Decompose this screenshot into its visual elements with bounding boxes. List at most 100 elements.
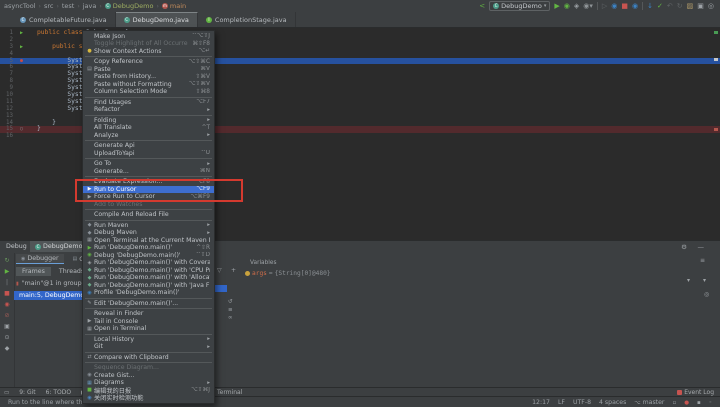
resume-program-icon[interactable]: ◉ <box>611 0 617 12</box>
hide-panel-icon[interactable]: — <box>698 243 705 251</box>
menu-item-run-maven[interactable]: ◆Run Maven▸ <box>83 222 214 230</box>
readonly-lock-icon[interactable]: ▫ <box>672 400 676 406</box>
menu-item-compare-with-clipboard[interactable]: ⇄Compare with Clipboard <box>83 354 214 362</box>
debug-settings-icon[interactable]: ⊙ <box>0 334 14 341</box>
variable-row-args[interactable]: args = {String[0]@480} <box>245 270 331 277</box>
restore-watch-icon[interactable]: ↺ <box>228 299 233 305</box>
menu-item-generate[interactable]: Generate...⌘N <box>83 168 214 176</box>
status-widget-12-17[interactable]: 12:17 <box>532 399 550 406</box>
menu-item-run-debugdemo-main-with-coverage[interactable]: ◈Run 'DebugDemo.main()' with Coverage <box>83 259 214 267</box>
menu-item-关闭实时检测功能[interactable]: ◉关闭实时检测功能 <box>83 394 214 402</box>
breadcrumb-item-main[interactable]: mmain <box>162 2 186 10</box>
run-button[interactable]: ▶ <box>554 0 559 12</box>
debug-session-tab[interactable]: C DebugDemo <box>30 241 87 252</box>
menu-item-create-gist[interactable]: ◉Create Gist... <box>83 372 214 380</box>
breadcrumb-item-debugdemo[interactable]: CDebugDemo <box>105 2 154 10</box>
editor-tab-debugdemo-java[interactable]: CDebugDemo.java <box>116 12 198 27</box>
menu-item-copy-reference[interactable]: Copy Reference⌥⇧⌘C <box>83 58 214 66</box>
menu-item-reveal-in-finder[interactable]: Reveal in Finder <box>83 310 214 318</box>
menu-item-go-to[interactable]: Go To▸ <box>83 160 214 168</box>
menu-item-toggle-highlight-of-all-occurrences[interactable]: Toggle Highlight of All Occurrences⌘⇧F8 <box>83 40 214 48</box>
editor-tab-completionstage-java[interactable]: ICompletionStage.java <box>198 12 296 27</box>
stop-button[interactable]: ■ <box>621 0 628 12</box>
evaluate-watch-icon[interactable]: ∞ <box>228 315 233 321</box>
menu-item-edit-debugdemo-main[interactable]: ✎Edit 'DebugDemo.main()'... <box>83 300 214 308</box>
rerun-disabled-icon[interactable]: ▷ <box>602 0 607 12</box>
selected-mini-button[interactable] <box>215 285 227 292</box>
menu-item-run-debugdemo-main-with-allocation-profiler[interactable]: ◆Run 'DebugDemo.main()' with 'Allocation… <box>83 274 214 282</box>
menu-item-debug-debugdemo-main[interactable]: ◉Debug 'DebugDemo.main()'^⇧D <box>83 252 214 260</box>
tool-window-switcher[interactable]: ▭ <box>4 390 9 396</box>
tab-debugger[interactable]: ◉ Debugger <box>16 254 64 264</box>
menu-item-show-context-actions[interactable]: ●Show Context Actions⌥↵ <box>83 48 214 56</box>
chevron-down-icon[interactable]: ▾ <box>703 277 706 284</box>
debug-button[interactable]: ◉ <box>564 0 570 12</box>
thread-dump-icon[interactable]: ▣ <box>0 323 14 330</box>
menu-item-diagrams[interactable]: ▦Diagrams▸ <box>83 379 214 387</box>
filter-funnel-icon[interactable]: ▽ <box>217 267 222 274</box>
add-watch-icon[interactable]: + <box>231 267 236 274</box>
search-variables-icon[interactable]: ◎ <box>704 291 709 298</box>
terminal-toolwindow-button[interactable]: Terminal <box>217 389 242 396</box>
menu-item-debug-maven[interactable]: ◆Debug Maven▸ <box>83 229 214 237</box>
run-config-combo[interactable]: CDebugDemo▾ <box>489 1 550 11</box>
menu-item-profile-debugdemo-main[interactable]: ◉Profile 'DebugDemo.main()' <box>83 289 214 297</box>
breadcrumb-item-asynctool[interactable]: asyncTool <box>4 2 36 10</box>
editor-tab-completablefuture-java[interactable]: CCompletableFuture.java <box>12 12 116 27</box>
profiler-button[interactable]: ◉▾ <box>583 0 593 12</box>
project-structure-icon[interactable]: ▨ <box>687 0 694 12</box>
menu-item-uploadtoyapi[interactable]: UploadToYapi^U <box>83 150 214 158</box>
mute-breakpoints-icon[interactable]: ⊘ <box>0 312 14 319</box>
menu-item-paste-without-formatting[interactable]: Paste without Formatting⌥⇧⌘V <box>83 81 214 89</box>
menu-item-open-in-terminal[interactable]: ▦Open in Terminal <box>83 325 214 333</box>
menu-item-refactor[interactable]: Refactor▸ <box>83 106 214 114</box>
commit-icon[interactable]: ✓ <box>657 0 663 12</box>
status-widget-lf[interactable]: LF <box>558 399 565 406</box>
pin-icon[interactable]: ◆ <box>0 345 14 352</box>
watch-list-icon[interactable]: ≡ <box>228 307 233 313</box>
chevron-down-icon[interactable]: ▾ <box>687 277 690 284</box>
menu-item-paste-from-history[interactable]: Paste from History...⇧⌘V <box>83 73 214 81</box>
stop-icon[interactable]: ■ <box>0 290 14 297</box>
menu-item-column-selection-mode[interactable]: Column Selection Mode⇧⌘8 <box>83 88 214 96</box>
restart-debug-icon[interactable]: ◉ <box>632 0 638 12</box>
coverage-button[interactable]: ◈ <box>574 0 579 12</box>
resume-icon[interactable]: ▶ <box>0 268 14 275</box>
menu-item-编辑我的日报[interactable]: ■编辑我的日报⌥⇧⌘J <box>83 387 214 395</box>
breakpoint-icon[interactable]: ● <box>20 58 23 65</box>
search-everywhere-icon[interactable]: ◎ <box>708 0 714 12</box>
breadcrumb-item-test[interactable]: test <box>62 2 74 10</box>
menu-item-run-debugdemo-main[interactable]: ▶Run 'DebugDemo.main()'^⇧R <box>83 244 214 252</box>
menu-item-sequence-diagram[interactable]: Sequence Diagram... <box>83 364 214 372</box>
menu-item-local-history[interactable]: Local History▸ <box>83 336 214 344</box>
status-widget-master[interactable]: ⌥master <box>634 399 664 406</box>
tab-frames[interactable]: Frames <box>16 267 51 276</box>
menu-item-paste[interactable]: ▤Paste⌘V <box>83 66 214 74</box>
update-project-icon[interactable]: ↓ <box>647 0 653 12</box>
menu-item-run-debugdemo-main-with-cpu-profiler[interactable]: ◆Run 'DebugDemo.main()' with 'CPU Profil… <box>83 267 214 275</box>
breadcrumb-item-java[interactable]: java <box>83 2 97 10</box>
history-icon[interactable]: ↻ <box>677 0 683 12</box>
menu-item-generate-api[interactable]: Generate Api <box>83 142 214 150</box>
menu-item-run-debugdemo-main-with-java-flight-recorder[interactable]: ◆Run 'DebugDemo.main()' with 'Java Fligh… <box>83 282 214 290</box>
menu-item-compile-and-reload-file[interactable]: Compile And Reload File <box>83 211 214 219</box>
status-widget-utf-8[interactable]: UTF-8 <box>573 399 591 406</box>
rollback-icon[interactable]: ↶ <box>667 0 673 12</box>
restore-layout-icon[interactable]: ▣ <box>697 0 704 12</box>
git-toolwindow-button[interactable]: 9: Git <box>19 389 35 396</box>
menu-item-folding[interactable]: Folding▸ <box>83 117 214 125</box>
menu-item-tail-in-console[interactable]: ▶Tail in Console <box>83 318 214 326</box>
view-breakpoints-icon[interactable]: ◉ <box>0 301 14 308</box>
menu-item-open-terminal-at-the-current-maven-module-path[interactable]: ▦Open Terminal at the Current Maven Modu… <box>83 237 214 245</box>
menu-item-all-translate[interactable]: All Translate^T <box>83 124 214 132</box>
menu-item-find-usages[interactable]: Find Usages⌥F7 <box>83 99 214 107</box>
status-widget-4-spaces[interactable]: 4 spaces <box>599 399 626 406</box>
vcs-update-icon[interactable]: < <box>479 0 485 12</box>
menu-item-git[interactable]: Git▸ <box>83 343 214 351</box>
breadcrumb-item-src[interactable]: src <box>44 2 54 10</box>
layout-options-icon[interactable]: ≡ <box>700 257 705 264</box>
indexing-icon[interactable]: ▪ <box>697 400 701 406</box>
rerun-icon[interactable]: ↻ <box>0 257 14 264</box>
notifications-icon[interactable]: ● <box>684 400 689 406</box>
debug-settings-gear-icon[interactable]: ⚙ <box>681 243 687 251</box>
